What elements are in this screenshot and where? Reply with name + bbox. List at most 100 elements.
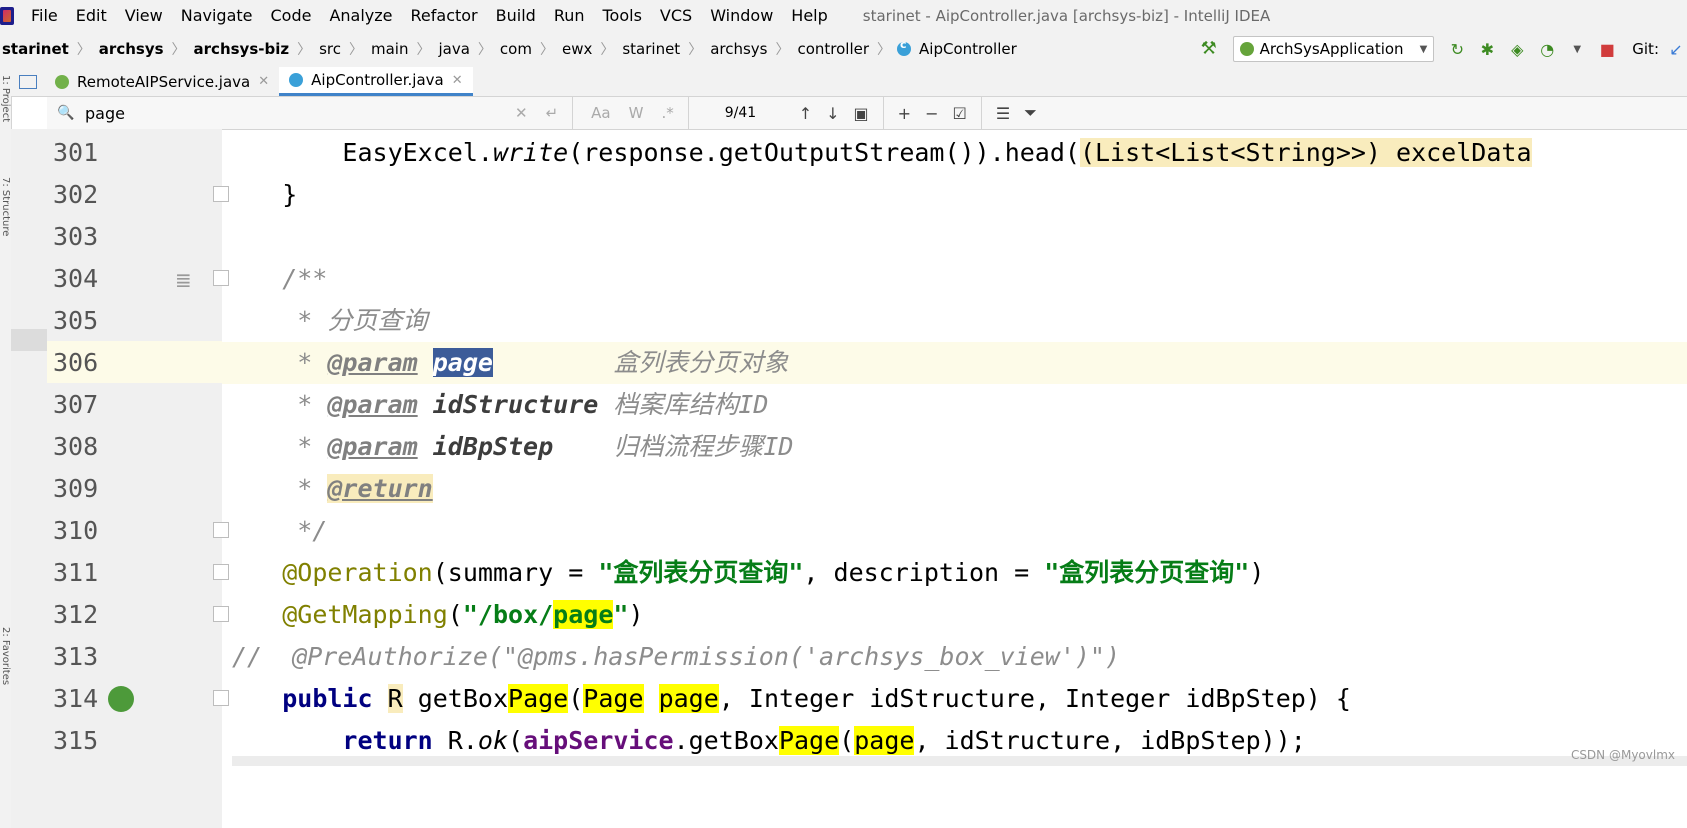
breadcrumb-label: main bbox=[371, 40, 409, 58]
filter-lines-icon[interactable]: ☰ bbox=[996, 104, 1010, 123]
code-line: @Operation(summary = "盒列表分页查询", descript… bbox=[282, 558, 1265, 587]
match-case-toggle[interactable]: Aa bbox=[591, 104, 610, 122]
breadcrumb-label: java bbox=[438, 40, 470, 58]
more-run-options-icon[interactable]: ▼ bbox=[1566, 38, 1588, 60]
window-title: starinet - AipController.java [archsys-b… bbox=[862, 6, 1271, 25]
menu-navigate[interactable]: Navigate bbox=[178, 4, 256, 27]
selected-match: page bbox=[432, 348, 493, 377]
debug-bug-icon[interactable]: ✱ bbox=[1476, 38, 1498, 60]
coverage-icon[interactable]: ◈ bbox=[1506, 38, 1528, 60]
menu-run[interactable]: Run bbox=[551, 4, 588, 27]
breadcrumb-item[interactable]: archsys 〉 bbox=[708, 39, 795, 59]
rendered-doc-toggle-icon[interactable]: ≣ bbox=[175, 268, 192, 292]
remove-occurrence-icon[interactable]: − bbox=[925, 104, 938, 123]
breadcrumb-item[interactable]: archsys-biz 〉 bbox=[192, 39, 318, 59]
breadcrumb-item[interactable]: src 〉 bbox=[317, 39, 369, 59]
tab-aipcontroller[interactable]: AipController.java ✕ bbox=[279, 67, 473, 96]
menu-help[interactable]: Help bbox=[788, 4, 830, 27]
horizontal-scrollbar[interactable] bbox=[232, 756, 1687, 766]
line-number: 315 bbox=[53, 726, 99, 755]
chevron-right-icon: 〉 bbox=[688, 42, 703, 58]
chevron-right-icon: 〉 bbox=[349, 42, 363, 58]
chevron-right-icon: 〉 bbox=[877, 42, 892, 58]
stop-icon[interactable]: ■ bbox=[1596, 38, 1618, 60]
close-icon[interactable]: ✕ bbox=[258, 74, 269, 89]
line-number: 309 bbox=[53, 474, 99, 503]
code-editor[interactable]: EasyExcel.write(response.getOutputStream… bbox=[222, 129, 1687, 769]
add-occurrence-icon[interactable]: + bbox=[898, 104, 911, 123]
breadcrumb-label: src bbox=[319, 40, 341, 58]
tab-label: AipController.java bbox=[311, 71, 444, 89]
menu-view[interactable]: View bbox=[122, 4, 166, 27]
line-number: 306 bbox=[53, 348, 99, 377]
menu-code[interactable]: Code bbox=[268, 4, 315, 27]
find-bar: 🔍 ✕ ↵ Aa W .* 9/41 ↑ ↓ ▣ + − ☑ ☰ ⏷ bbox=[47, 97, 1687, 130]
menu-edit[interactable]: Edit bbox=[73, 4, 110, 27]
gutter-marker bbox=[11, 329, 47, 351]
close-icon[interactable]: ✕ bbox=[452, 73, 463, 88]
line-number: 313 bbox=[53, 642, 99, 671]
next-occurrence-icon[interactable]: ↓ bbox=[826, 104, 839, 123]
chevron-right-icon: 〉 bbox=[171, 42, 186, 58]
breadcrumb-item[interactable]: starinet 〉 bbox=[620, 39, 708, 59]
line-number: 304 bbox=[53, 264, 99, 293]
breadcrumb-item[interactable]: ewx 〉 bbox=[560, 39, 620, 59]
profile-icon[interactable]: ◔ bbox=[1536, 38, 1558, 60]
code-line: * @return bbox=[222, 474, 433, 503]
breadcrumb-item[interactable]: java 〉 bbox=[436, 39, 497, 59]
spring-request-mapping-icon[interactable] bbox=[108, 686, 134, 712]
rerun-icon[interactable]: ↻ bbox=[1446, 38, 1468, 60]
menu-refactor[interactable]: Refactor bbox=[408, 4, 481, 27]
breadcrumb-item-current[interactable]: AipController bbox=[897, 38, 1019, 58]
chevron-right-icon: 〉 bbox=[600, 42, 615, 58]
menu-vcs[interactable]: VCS bbox=[657, 4, 695, 27]
breadcrumb-label: AipController bbox=[919, 40, 1017, 58]
menu-tools[interactable]: Tools bbox=[600, 4, 645, 27]
select-all-occurrences-icon[interactable]: ☑ bbox=[952, 104, 966, 123]
gutter-markers-strip bbox=[11, 129, 47, 828]
git-update-icon[interactable]: ↙ bbox=[1665, 38, 1687, 60]
caret-down-icon: ▼ bbox=[1419, 43, 1428, 55]
menu-bar: File Edit View Navigate Code Analyze Ref… bbox=[0, 0, 1687, 31]
divider bbox=[980, 97, 982, 129]
filter-icon[interactable]: ⏷ bbox=[1024, 103, 1037, 123]
breadcrumb-label: archsys bbox=[98, 40, 164, 58]
menu-file[interactable]: File bbox=[28, 4, 61, 27]
menu-build[interactable]: Build bbox=[493, 4, 539, 27]
menu-window[interactable]: Window bbox=[707, 4, 776, 27]
code-line: * @param idStructure 档案库结构ID bbox=[222, 390, 769, 419]
structure-tool-window-label[interactable]: 7: Structure bbox=[0, 177, 11, 236]
chevron-right-icon: 〉 bbox=[416, 42, 431, 58]
breadcrumb-item[interactable]: controller 〉 bbox=[795, 39, 897, 59]
project-tool-window-label[interactable]: 1: Project bbox=[0, 75, 11, 122]
code-line: } bbox=[222, 180, 298, 209]
menu-analyze[interactable]: Analyze bbox=[326, 4, 395, 27]
line-number: 303 bbox=[53, 222, 99, 251]
breadcrumb-item[interactable]: starinet 〉 bbox=[0, 39, 97, 59]
search-icon[interactable]: 🔍 bbox=[57, 105, 77, 121]
line-number: 308 bbox=[53, 432, 99, 461]
build-hammer-icon[interactable]: ⚒ bbox=[1201, 40, 1219, 58]
search-match: Page bbox=[583, 684, 644, 713]
chevron-right-icon: 〉 bbox=[477, 42, 492, 58]
match-count: 9/41 bbox=[724, 105, 757, 121]
breadcrumb-item[interactable]: main 〉 bbox=[369, 39, 436, 59]
navigation-bar: starinet 〉 archsys 〉 archsys-biz 〉 src 〉 mai… bbox=[0, 31, 1687, 68]
favorites-tool-window-label[interactable]: 2: Favorites bbox=[0, 627, 11, 685]
run-configuration-select[interactable]: ArchSysApplication ▼ bbox=[1232, 36, 1435, 62]
tab-label: RemoteAIPService.java bbox=[77, 72, 251, 91]
previous-occurrence-icon[interactable]: ↑ bbox=[799, 104, 812, 123]
search-input[interactable] bbox=[83, 102, 497, 124]
line-number: 305 bbox=[53, 306, 99, 335]
breadcrumb-item[interactable]: archsys 〉 bbox=[97, 39, 192, 59]
editor-layout-icon[interactable] bbox=[11, 67, 45, 96]
regex-toggle[interactable]: .* bbox=[661, 104, 673, 122]
whole-words-toggle[interactable]: W bbox=[629, 104, 644, 122]
breadcrumb-item[interactable]: com 〉 bbox=[498, 39, 560, 59]
clear-search-icon[interactable]: ✕ bbox=[515, 104, 528, 122]
search-match: Page bbox=[508, 684, 569, 713]
new-line-icon[interactable]: ↵ bbox=[546, 104, 559, 122]
find-in-window-icon[interactable]: ▣ bbox=[854, 104, 869, 123]
breadcrumb-label: ewx bbox=[561, 40, 593, 58]
tab-remoteaipservice[interactable]: RemoteAIPService.java ✕ bbox=[45, 67, 279, 96]
